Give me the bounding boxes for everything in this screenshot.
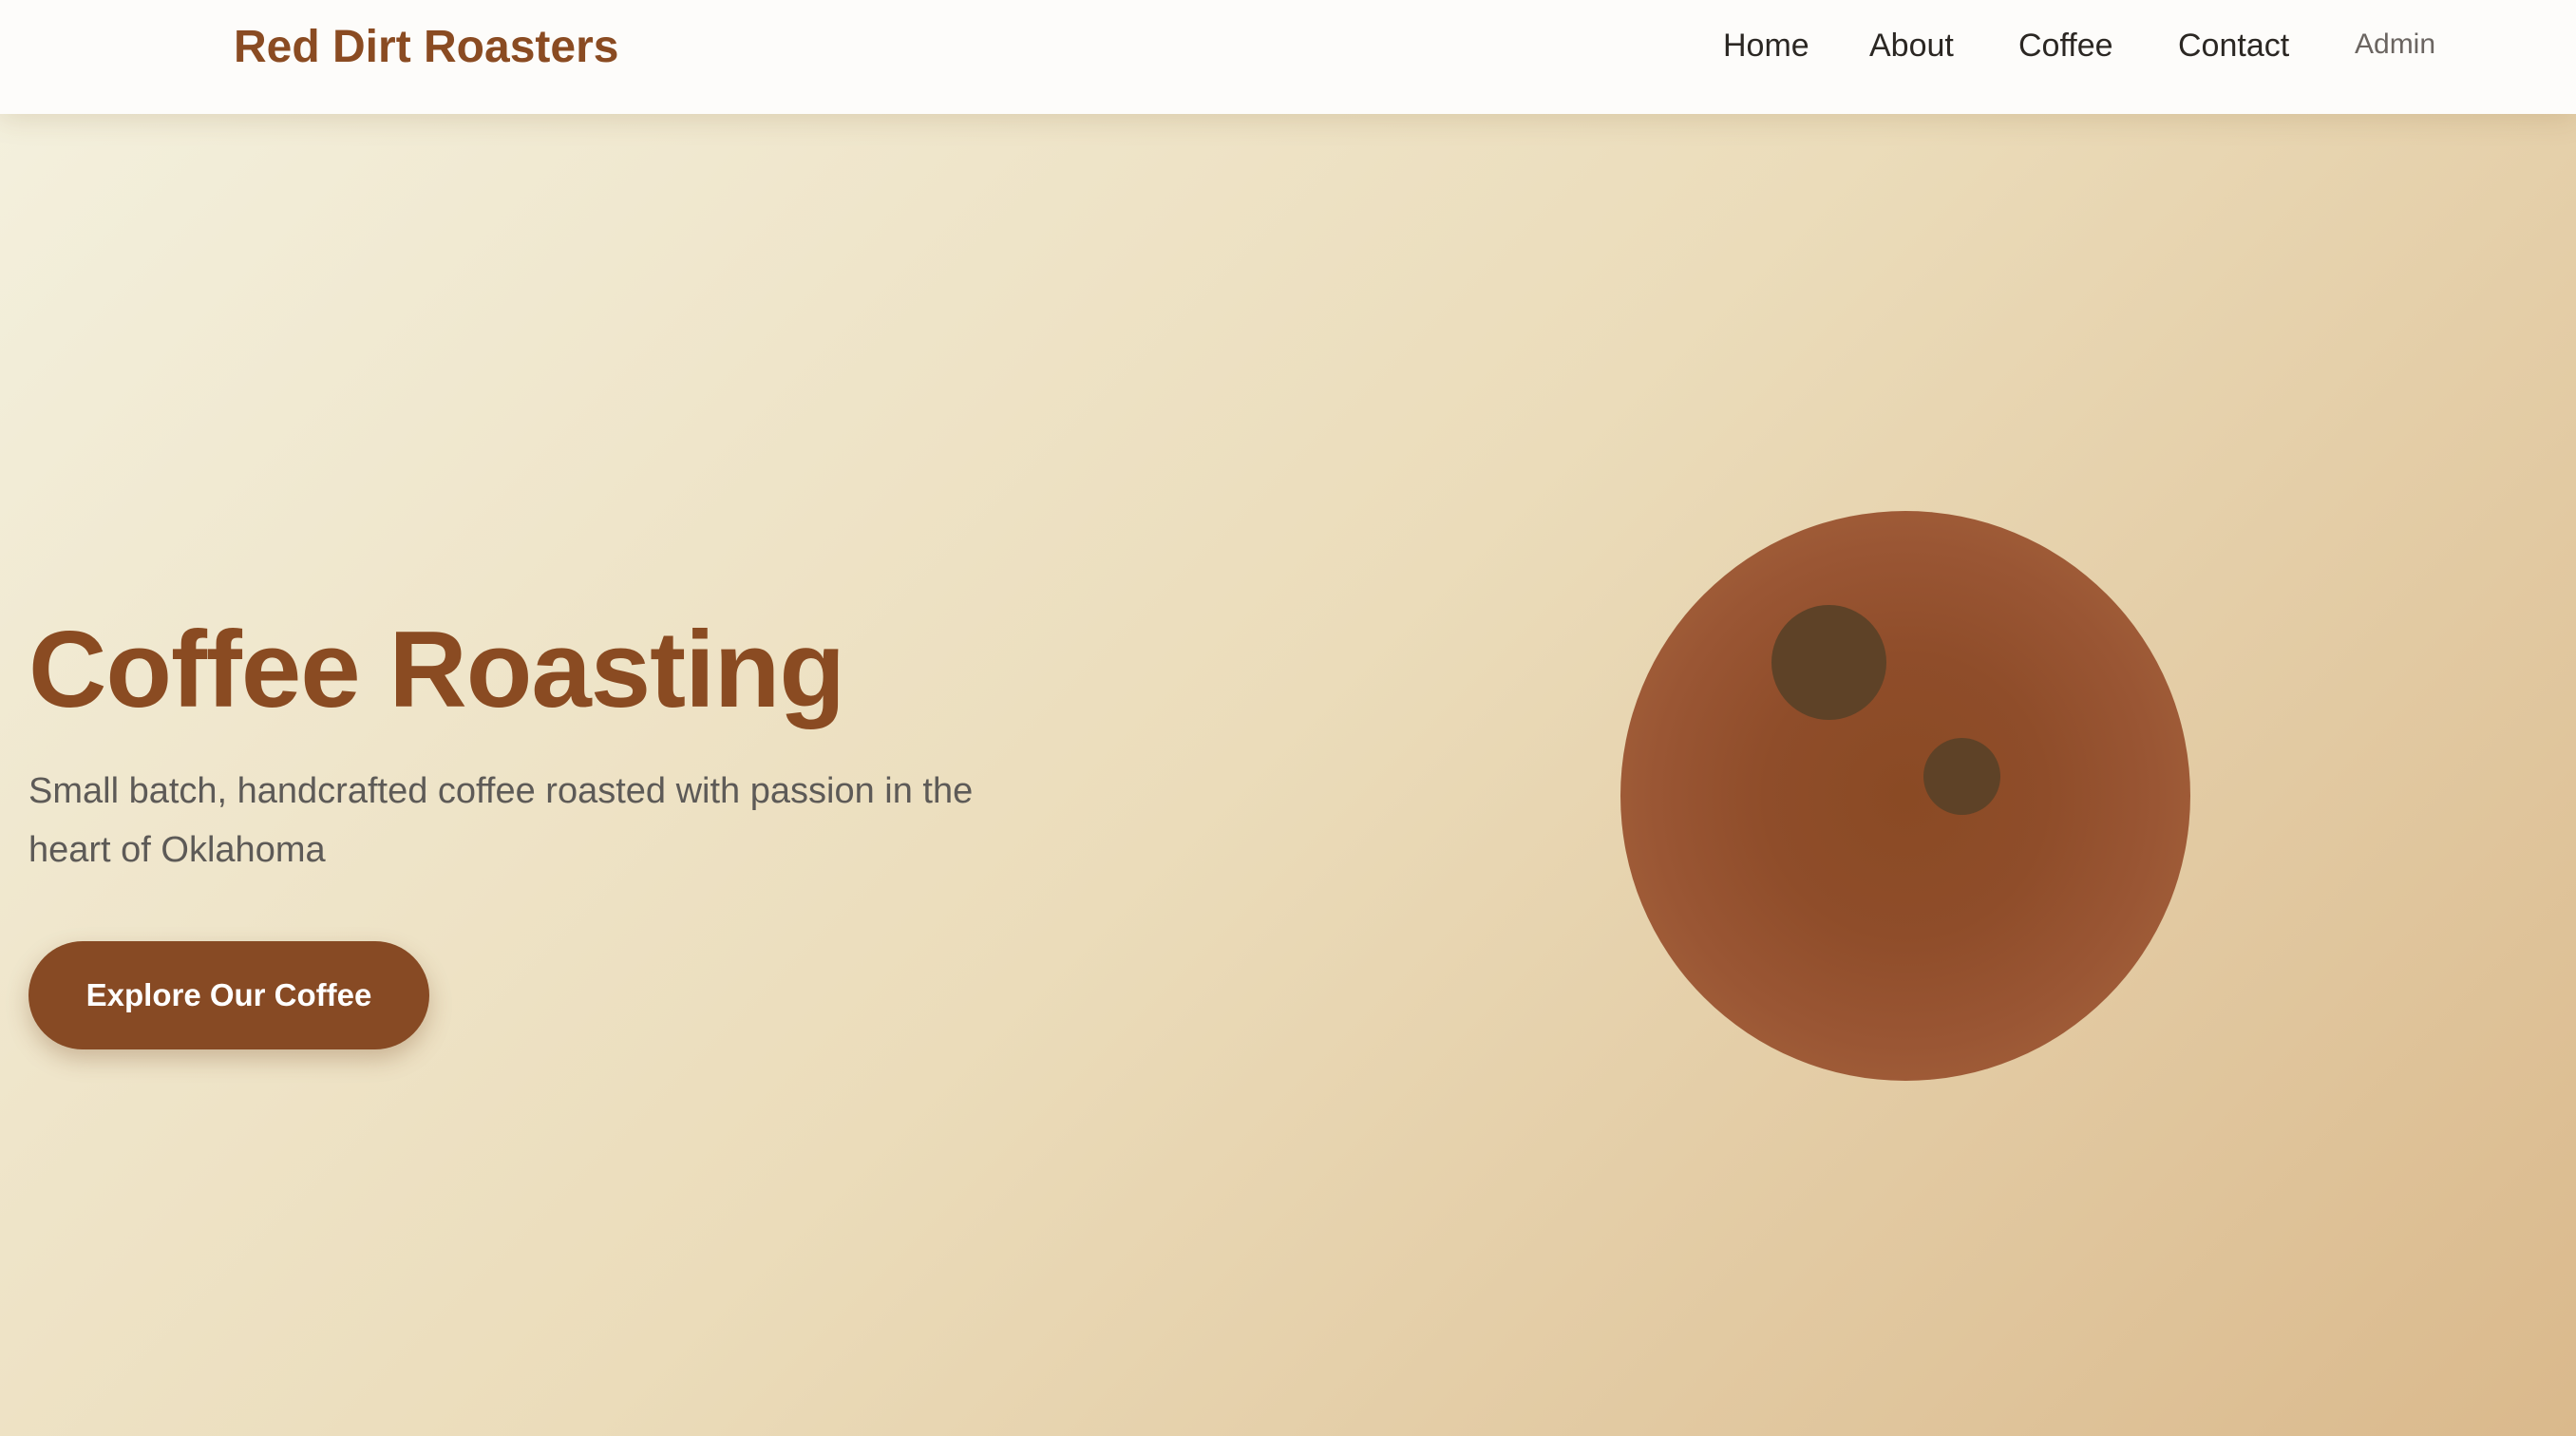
hero-title: Coffee Roasting bbox=[28, 610, 845, 730]
nav-link-home[interactable]: Home bbox=[1723, 28, 1809, 65]
nav-link-contact[interactable]: Contact bbox=[2178, 28, 2289, 65]
bean-spot bbox=[1771, 605, 1886, 720]
hero-subtitle: Small batch, handcrafted coffee roasted … bbox=[28, 771, 974, 870]
explore-coffee-button[interactable]: Explore Our Coffee bbox=[28, 941, 429, 1049]
nav-link-admin[interactable]: Admin bbox=[2355, 28, 2435, 61]
bean-spot bbox=[1923, 738, 2000, 815]
brand-logo[interactable]: Red Dirt Roasters bbox=[234, 21, 618, 73]
bean-body bbox=[1620, 511, 2190, 1081]
nav-link-coffee[interactable]: Coffee bbox=[2018, 28, 2113, 65]
nav-link-about[interactable]: About bbox=[1869, 28, 1954, 65]
site-header: Red Dirt Roasters Home About Coffee Cont… bbox=[0, 0, 2576, 114]
